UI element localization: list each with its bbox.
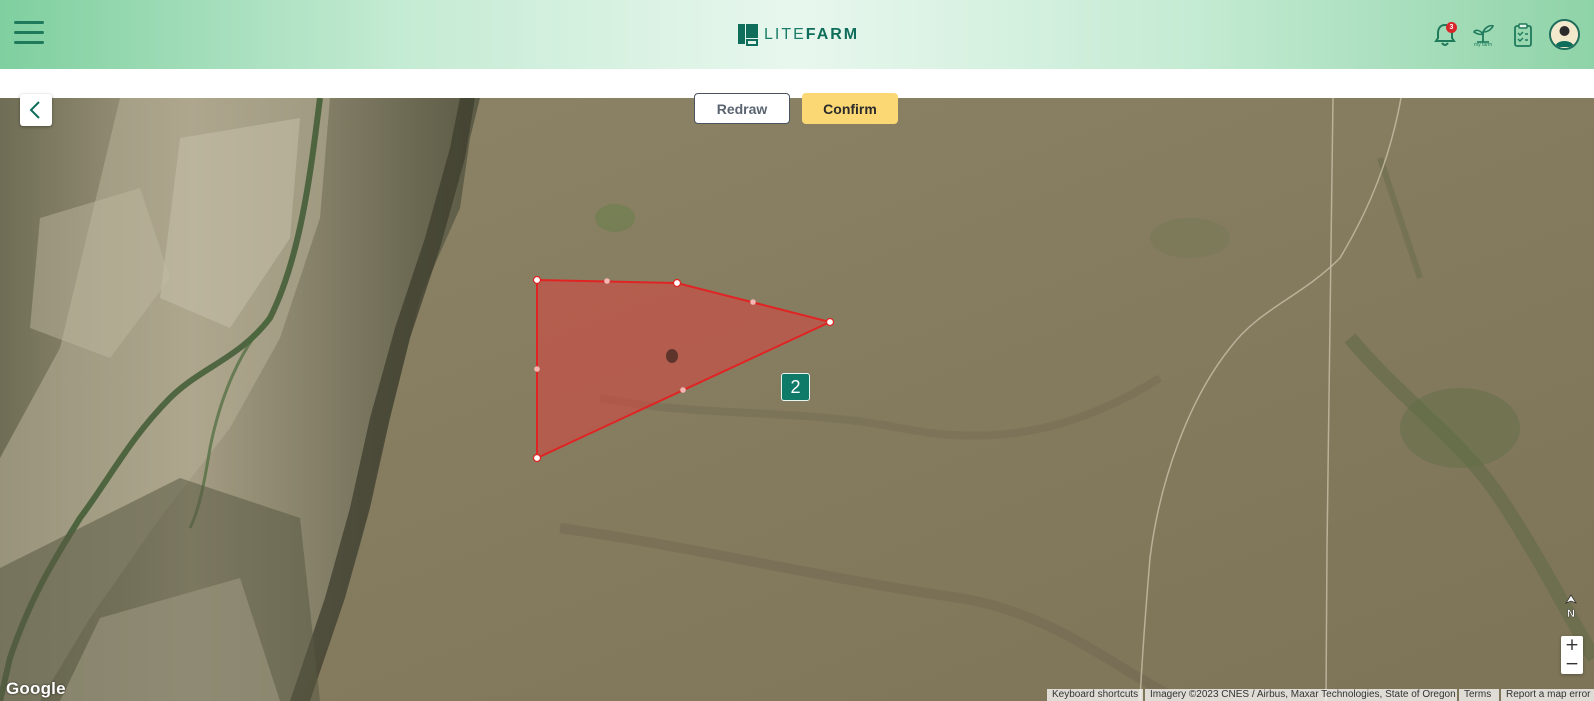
top-bar: LITEFARM 3 my farm: [0, 0, 1594, 69]
terms-link[interactable]: Terms: [1459, 689, 1499, 701]
redraw-button[interactable]: Redraw: [694, 93, 790, 124]
area-number-label[interactable]: 2: [781, 373, 810, 401]
confirm-button[interactable]: Confirm: [802, 93, 898, 124]
vertex-handle[interactable]: [825, 317, 835, 327]
zoom-control: + −: [1561, 636, 1583, 674]
menu-icon[interactable]: [14, 21, 44, 47]
google-logo: Google: [6, 679, 66, 698]
compass-label: N: [1567, 608, 1575, 620]
tasks-icon[interactable]: [1508, 20, 1538, 50]
toolbar-strip: [0, 69, 1594, 98]
chevron-left-icon: [29, 101, 40, 119]
midpoint-handle[interactable]: [604, 278, 610, 284]
logo-mark-icon: [738, 24, 758, 46]
vertex-handle[interactable]: [532, 453, 542, 463]
pond-feature: [666, 349, 678, 363]
zoom-out-button[interactable]: −: [1561, 655, 1583, 674]
notification-bell-icon[interactable]: 3: [1430, 20, 1460, 50]
my-farm-icon[interactable]: my farm: [1468, 20, 1498, 50]
back-button[interactable]: [20, 94, 52, 126]
vertex-handle[interactable]: [672, 278, 682, 288]
zoom-in-button[interactable]: +: [1561, 636, 1583, 655]
midpoint-handle[interactable]: [680, 387, 686, 393]
report-map-error-link[interactable]: Report a map error: [1501, 689, 1594, 701]
logo-text: LITEFARM: [764, 26, 860, 43]
keyboard-shortcuts-link[interactable]: Keyboard shortcuts: [1047, 689, 1143, 701]
midpoint-handle[interactable]: [750, 299, 756, 305]
vertex-handle[interactable]: [532, 275, 542, 285]
notification-badge: 3: [1446, 22, 1457, 33]
compass-north-icon[interactable]: N: [1561, 593, 1581, 623]
midpoint-handle[interactable]: [534, 366, 540, 372]
litefarm-logo: LITEFARM: [738, 22, 859, 48]
imagery-attribution: Imagery ©2023 CNES / Airbus, Maxar Techn…: [1145, 689, 1457, 701]
my-farm-label: my farm: [1473, 42, 1493, 48]
avatar[interactable]: [1549, 19, 1580, 50]
